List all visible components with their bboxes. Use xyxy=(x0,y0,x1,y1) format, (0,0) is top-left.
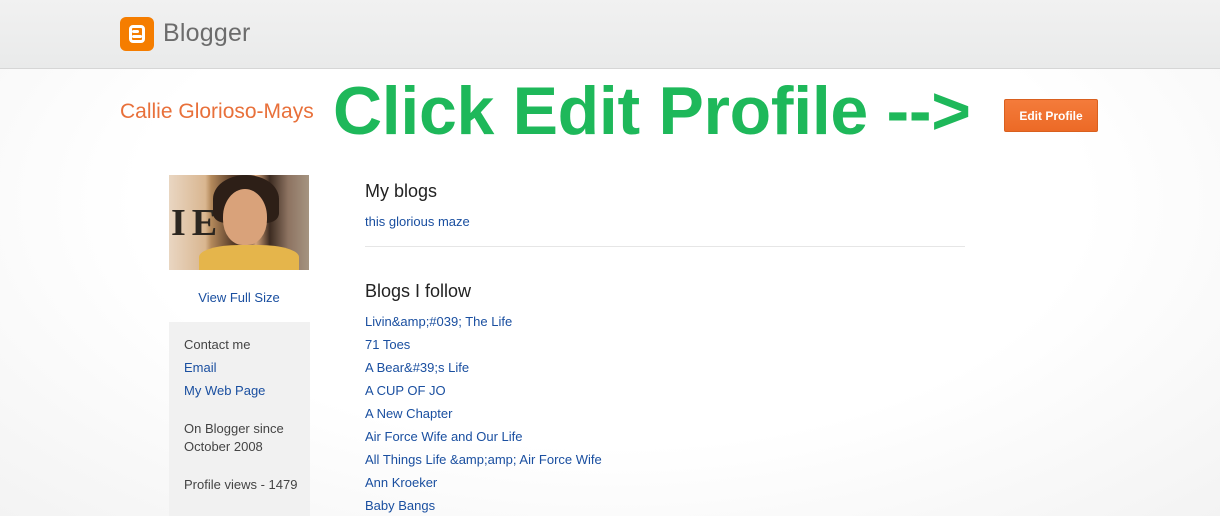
my-blogs-title: My blogs xyxy=(365,181,438,201)
followed-blog-link[interactable]: A Bear&#39;s Life xyxy=(365,360,469,375)
member-since-date: October 2008 xyxy=(184,439,263,454)
followed-blog-link[interactable]: 71 Toes xyxy=(365,337,410,352)
view-full-size-link[interactable]: View Full Size xyxy=(169,290,309,305)
section-divider xyxy=(365,246,965,247)
blogs-i-follow-title: Blogs I follow xyxy=(365,281,472,301)
blogger-logo-icon[interactable] xyxy=(120,17,154,51)
email-link[interactable]: Email xyxy=(184,359,217,377)
followed-blog-link[interactable]: Ann Kroeker xyxy=(365,475,437,490)
contact-sidebar: Contact me Email My Web Page On Blogger … xyxy=(169,322,310,516)
contact-heading: Contact me xyxy=(184,337,251,352)
annotation-overlay: Click Edit Profile --> xyxy=(333,73,971,149)
profile-views: Profile views - 1479 xyxy=(184,477,298,492)
followed-blog-link[interactable]: A New Chapter xyxy=(365,406,452,421)
brand-name[interactable]: Blogger xyxy=(163,19,251,48)
followed-blog-link[interactable]: Air Force Wife and Our Life xyxy=(365,429,523,444)
followed-blog-link[interactable]: A CUP OF JO xyxy=(365,383,446,398)
web-page-link[interactable]: My Web Page xyxy=(184,382,265,400)
profile-photo[interactable]: IE xyxy=(169,175,309,270)
member-since-label: On Blogger since xyxy=(184,421,284,436)
followed-blog-link[interactable]: Baby Bangs xyxy=(365,498,435,513)
followed-blog-link[interactable]: All Things Life &amp;amp; Air Force Wife xyxy=(365,452,602,467)
top-header: Blogger xyxy=(0,0,1220,69)
profile-name: Callie Glorioso-Mays xyxy=(120,100,314,123)
edit-profile-button[interactable]: Edit Profile xyxy=(1004,99,1098,132)
followed-blog-link[interactable]: Livin&amp;#039; The Life xyxy=(365,314,512,329)
my-blog-link[interactable]: this glorious maze xyxy=(365,214,470,229)
